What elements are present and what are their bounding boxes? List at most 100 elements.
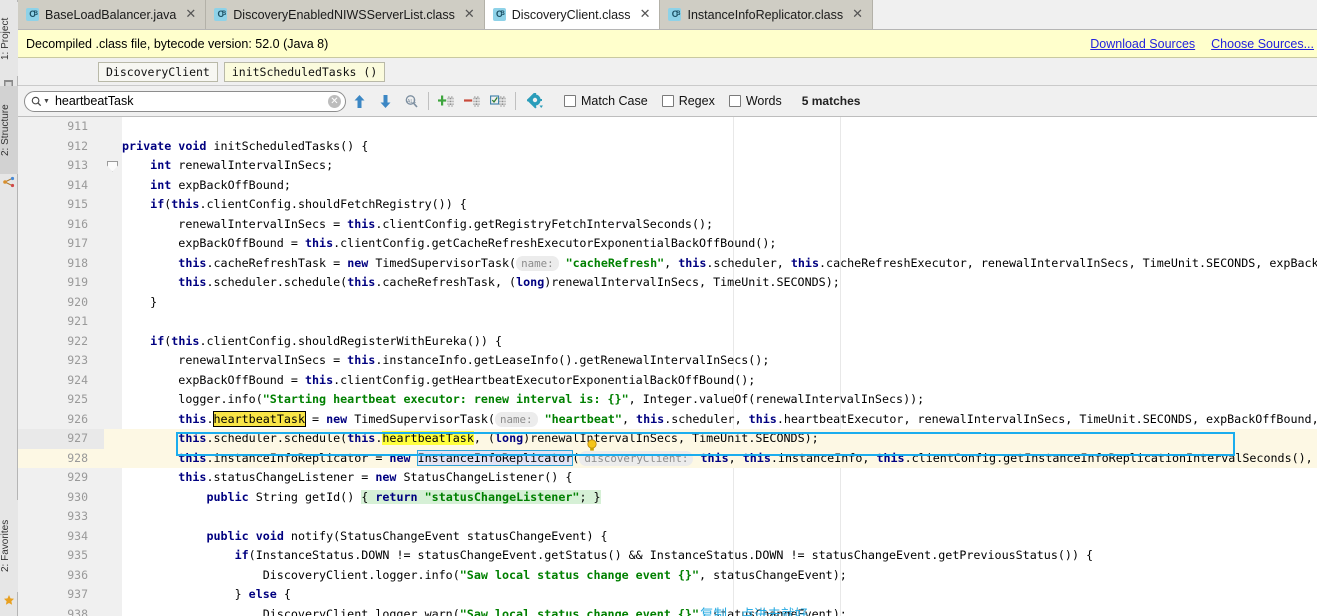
tool-window-button-structure[interactable]: 2: Structure (0, 86, 18, 174)
line-number: 927 (67, 431, 88, 445)
decompiled-notice-bar: Decompiled .class file, bytecode version… (18, 30, 1317, 58)
left-tool-window-strip: 1: Project 2: Structure 2: Favorites (0, 0, 18, 616)
editor-line-925: 925 logger.info("Starting heartbeat exec… (18, 390, 1317, 410)
find-settings-button[interactable] (520, 89, 550, 113)
code-line: this.instanceInfoReplicator = new Instan… (178, 449, 1317, 466)
code-line: this.heartbeatTask = new TimedSupervisor… (178, 410, 1317, 427)
toolbar-separator-2 (515, 92, 516, 110)
editor-line-935: 935 if(InstanceStatus.DOWN != statusChan… (18, 546, 1317, 566)
intention-bulb-icon[interactable] (586, 439, 598, 452)
editor-line-919: 919 this.scheduler.schedule(this.cacheRe… (18, 273, 1317, 293)
editor-line-934: 934 public void notify(StatusChangeEvent… (18, 527, 1317, 547)
line-number: 934 (67, 528, 88, 543)
line-number: 930 (67, 489, 88, 504)
match-case-checkbox[interactable]: Match Case (564, 94, 648, 108)
tab-close-icon[interactable]: ✕ (852, 8, 863, 21)
editor-tab-3[interactable]: CB InstanceInfoReplicator.class ✕ (660, 0, 874, 29)
java-class-icon: CB (26, 8, 39, 21)
line-number: 935 (67, 548, 88, 562)
decompiled-notice-text: Decompiled .class file, bytecode version… (26, 36, 329, 51)
breadcrumb-method[interactable]: initScheduledTasks () (223, 61, 386, 82)
editor-tab-label: DiscoveryEnabledNIWSServerList.class (233, 7, 455, 22)
code-line: this.scheduler.schedule(this.cacheRefres… (178, 275, 840, 289)
code-line: } else { (122, 587, 291, 601)
code-editor[interactable]: 911 912 private void initScheduledTasks(… (18, 117, 1317, 616)
editor-line-912: 912 private void initScheduledTasks() { (18, 137, 1317, 157)
editor-line-938: 938 DiscoveryClient.logger.warn("Saw loc… (18, 605, 1317, 616)
search-input[interactable] (52, 93, 328, 109)
words-checkbox[interactable]: Words (728, 94, 782, 108)
checkbox-box[interactable] (564, 95, 576, 107)
editor-line-913: 913 int renewalIntervalInSecs; (18, 156, 1317, 176)
search-icon (31, 96, 42, 106)
code-line: logger.info("Starting heartbeat executor… (122, 392, 925, 406)
editor-tab-0[interactable]: CB BaseLoadBalancer.java ✕ (18, 0, 207, 29)
find-next-button[interactable] (372, 89, 398, 113)
match-case-label: Match Case (581, 94, 648, 108)
code-line: int renewalIntervalInSecs; (150, 158, 334, 172)
editor-line-928: 928 this.instanceInfoReplicator = new In… (18, 449, 1317, 469)
checkbox-box[interactable] (728, 95, 741, 107)
line-number: 926 (67, 411, 88, 426)
line-number: 924 (67, 372, 88, 387)
editor-line-927: 927 this.scheduler.schedule(this.heartbe… (18, 429, 1317, 449)
words-label: Words (745, 94, 782, 108)
checkbox-box[interactable] (661, 95, 674, 107)
editor-line-920: 920 } (18, 293, 1317, 313)
editor-tab-label: DiscoveryClient.class (511, 7, 631, 22)
selected-identifier[interactable]: InstanceInfoReplicator (416, 449, 574, 466)
add-occurrence-button[interactable] (433, 89, 459, 113)
remove-occurrence-icon (463, 96, 479, 106)
search-match: heartbeatTask (382, 431, 474, 445)
regex-checkbox[interactable]: Regex (661, 94, 715, 108)
tool-window-project-label: 1: Project (0, 17, 11, 61)
param-hint-name: name: (516, 255, 559, 271)
editor-tab-2-active[interactable]: CB DiscoveryClient.class ✕ (484, 0, 661, 29)
tool-window-button-favorites[interactable]: 2: Favorites (0, 500, 18, 592)
choose-sources-link[interactable]: Choose Sources... (1211, 37, 1314, 51)
editor-tab-bar[interactable]: CB BaseLoadBalancer.java ✕ CB DiscoveryE… (18, 0, 1317, 30)
line-number: 938 (67, 606, 88, 616)
code-line: expBackOffBound = this.clientConfig.getC… (122, 236, 777, 250)
line-number: 912 (67, 138, 88, 153)
regex-label: Regex (678, 94, 715, 108)
select-all-occurrences-button[interactable] (485, 89, 511, 113)
find-toolbar: ▼ ✕ ALL (18, 86, 1317, 117)
add-occurrence-icon (437, 95, 453, 106)
line-number: 914 (67, 177, 88, 192)
search-input-container[interactable]: ▼ ✕ (24, 90, 346, 112)
code-line: public void notify(StatusChangeEvent sta… (206, 528, 608, 543)
clear-search-icon[interactable]: ✕ (328, 94, 341, 108)
code-line: private void initScheduledTasks() { (122, 138, 369, 153)
find-previous-button[interactable] (346, 89, 372, 113)
code-line: if(this.clientConfig.shouldFetchRegistry… (150, 197, 467, 211)
code-line: renewalIntervalInSecs = this.clientConfi… (122, 216, 714, 231)
tab-close-icon[interactable]: ✕ (640, 8, 651, 21)
editor-line-923: 923 renewalIntervalInSecs = this.instanc… (18, 351, 1317, 371)
arrow-up-icon (354, 94, 364, 108)
line-number: 911 (67, 119, 88, 133)
breadcrumb-class[interactable]: DiscoveryClient (98, 61, 218, 82)
tab-close-icon[interactable]: ✕ (464, 8, 475, 21)
code-line: if(InstanceStatus.DOWN != statusChangeEv… (234, 548, 1094, 562)
line-number: 919 (67, 275, 88, 289)
editor-line-936: 936 DiscoveryClient.logger.info("Saw loc… (18, 566, 1317, 586)
java-class-icon: CB (668, 8, 682, 21)
editor-line-924: 924 expBackOffBound = this.clientConfig.… (18, 371, 1317, 391)
editor-line-918: 918 this.cacheRefreshTask = new TimedSup… (18, 254, 1317, 274)
tab-close-icon[interactable]: ✕ (185, 8, 196, 21)
editor-line-911: 911 (18, 117, 1317, 137)
chevron-down-icon[interactable]: ▼ (43, 98, 50, 105)
editor-line-926: 926 this.heartbeatTask = new TimedSuperv… (18, 410, 1317, 430)
line-number: 923 (67, 353, 88, 367)
find-all-button[interactable]: ALL (398, 89, 424, 113)
editor-line-930: 930 + public String getId() { return "st… (18, 488, 1317, 508)
editor-line-917: 917 expBackOffBound = this.clientConfig.… (18, 234, 1317, 254)
line-number: 928 (67, 450, 88, 465)
remove-occurrence-button[interactable] (459, 89, 485, 113)
download-sources-link[interactable]: Download Sources (1090, 37, 1195, 51)
editor-tab-1[interactable]: CB DiscoveryEnabledNIWSServerList.class … (206, 0, 485, 29)
editor-line-929: 929 this.statusChangeListener = new Stat… (18, 468, 1317, 488)
code-line: this.statusChangeListener = new StatusCh… (178, 470, 573, 484)
tool-window-button-project[interactable]: 1: Project (0, 2, 18, 76)
